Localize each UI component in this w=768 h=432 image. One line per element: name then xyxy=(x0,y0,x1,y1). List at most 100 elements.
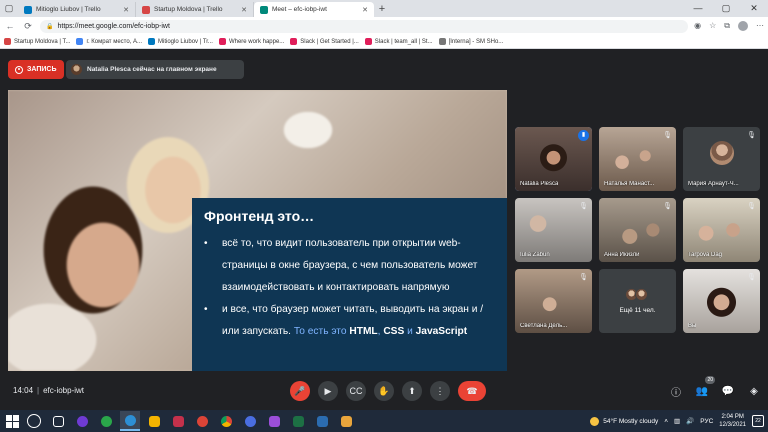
new-tab-button[interactable]: + xyxy=(374,2,390,17)
bookmark-item[interactable]: Where work happe... xyxy=(218,38,284,45)
participant-name: Вы xyxy=(688,323,697,329)
chevron-up-icon[interactable]: ˄ xyxy=(664,418,668,425)
chat-button[interactable]: 💬 xyxy=(720,383,736,399)
bookmark-item[interactable]: [Interna] - SM SHo... xyxy=(438,38,503,45)
browser-tab-strip: ▢ Mitioglo Liubov | Trello ✕ Startup Mol… xyxy=(0,0,768,17)
language-indicator[interactable]: РУС xyxy=(700,418,713,425)
taskbar-app[interactable] xyxy=(216,411,236,431)
present-button[interactable]: ⬆ xyxy=(402,381,422,401)
mic-off-icon: 🎙 xyxy=(663,132,672,139)
people-button[interactable]: 👥 20 xyxy=(694,376,715,399)
participant-tile[interactable]: ▮ Natalia Plesca xyxy=(515,127,592,191)
taskbar-app[interactable] xyxy=(288,411,308,431)
clock[interactable]: 2:04 PM 12/3/2021 xyxy=(719,413,746,429)
excel-icon xyxy=(292,415,304,427)
activities-button[interactable]: ◈ xyxy=(746,383,762,399)
search-icon xyxy=(27,414,41,428)
task-view-button[interactable] xyxy=(48,411,68,431)
meeting-info: 14:04 | efc-iobp-iwt xyxy=(13,386,85,395)
trello-icon xyxy=(142,5,150,14)
minimize-icon[interactable]: — xyxy=(684,0,712,17)
more-options-button[interactable]: ⋮ xyxy=(430,381,450,401)
participant-name: Анна Икизли xyxy=(604,252,640,258)
taskbar-app[interactable] xyxy=(72,411,92,431)
mic-off-icon: 🎙 xyxy=(747,274,756,281)
participant-tile[interactable]: 🎙 Наталья Манаст... xyxy=(599,127,676,191)
profile-avatar[interactable] xyxy=(738,21,748,31)
tab-trello-liubov[interactable]: Mitioglo Liubov | Trello ✕ xyxy=(18,2,136,17)
present-icon: ⬆ xyxy=(408,385,416,396)
participant-name: Iulia Zabun xyxy=(520,252,550,258)
taskbar-app[interactable] xyxy=(96,411,116,431)
captions-button[interactable]: CC xyxy=(346,381,366,401)
maximize-icon[interactable]: ▢ xyxy=(712,0,740,17)
clock-date: 12/3/2021 xyxy=(719,422,746,428)
info-button[interactable]: ⓘ xyxy=(668,383,684,399)
taskbar-app[interactable] xyxy=(312,411,332,431)
start-button[interactable] xyxy=(4,413,20,429)
taskbar-app[interactable] xyxy=(240,411,260,431)
more-participants-tile[interactable]: Ещё 11 чел. xyxy=(599,269,676,333)
camera-icon: ▶ xyxy=(324,385,332,396)
camera-toggle-button[interactable]: ▶ xyxy=(318,381,338,401)
menu-icon[interactable]: ⋯ xyxy=(756,21,764,31)
weather-widget[interactable]: 54°F Mostly cloudy xyxy=(590,416,659,426)
bookmark-item[interactable]: г. Комрат место, А... xyxy=(76,38,142,45)
tab-meet[interactable]: Meet – efc-iobp-iwt ✕ xyxy=(254,2,374,17)
participant-tile[interactable]: 🎙 Tarpova Dag xyxy=(683,198,760,262)
bookmark-item[interactable]: Slack | Get Started |... xyxy=(290,38,359,45)
lock-icon: 🔒 xyxy=(46,23,54,30)
participant-tile[interactable]: 🎙 Анна Икизли xyxy=(599,198,676,262)
slack-icon xyxy=(218,38,226,45)
address-bar[interactable]: 🔒 https://meet.google.com/efc-iobp-iwt xyxy=(40,19,689,33)
back-icon[interactable]: ← xyxy=(4,21,16,31)
taskbar-app[interactable] xyxy=(144,411,164,431)
close-icon[interactable]: ✕ xyxy=(123,6,129,14)
recording-button[interactable]: ЗАПИСЬ xyxy=(8,60,64,79)
bookmark-item[interactable]: Slack | team_all | St... xyxy=(364,38,433,45)
trello-icon xyxy=(4,38,11,45)
participant-tile[interactable]: 🎙 Iulia Zabun xyxy=(515,198,592,262)
participant-tile[interactable]: 🎙 Мария Арнаут-Ч... xyxy=(683,127,760,191)
star-icon[interactable]: ☆ xyxy=(709,21,716,31)
bookmark-item[interactable]: Mitioglo Liubov | Tr... xyxy=(148,38,213,45)
close-icon[interactable]: ✕ xyxy=(241,6,247,14)
reload-icon[interactable]: ⟳ xyxy=(22,21,34,32)
mic-toggle-button[interactable]: 🎤 xyxy=(290,381,310,401)
url-text: https://meet.google.com/efc-iobp-iwt xyxy=(57,22,170,30)
tab-actions-icon[interactable]: ▢ xyxy=(0,0,18,17)
hangup-icon: ☎ xyxy=(466,385,478,396)
app-icon xyxy=(316,415,328,427)
camera-indicator-icon[interactable]: ◉ xyxy=(694,21,701,31)
slide-bullets: всё то, что видит пользователь при откры… xyxy=(204,233,497,343)
tab-trello-startup[interactable]: Startup Moldova | Trello ✕ xyxy=(136,2,254,17)
taskbar-app[interactable] xyxy=(336,411,356,431)
self-view-tile[interactable]: 🎙 Вы xyxy=(683,269,760,333)
volume-icon[interactable]: 🔊 xyxy=(686,417,694,425)
speaking-icon: ▮ xyxy=(578,130,589,141)
notification-center-button[interactable]: 22 xyxy=(752,415,764,427)
taskbar-app[interactable] xyxy=(168,411,188,431)
leave-call-button[interactable]: ☎ xyxy=(458,381,486,401)
mic-off-icon: 🎙 xyxy=(747,132,756,139)
taskbar-app[interactable] xyxy=(264,411,284,431)
weather-text: 54°F Mostly cloudy xyxy=(603,417,659,425)
participant-tile[interactable]: 🎙 Светлана Дель... xyxy=(515,269,592,333)
shared-screen[interactable]: Фронтенд это… всё то, что видит пользова… xyxy=(8,90,507,371)
taskbar-app[interactable] xyxy=(192,411,212,431)
collections-icon[interactable]: ⧉ xyxy=(724,21,730,31)
taskbar-app-edge[interactable] xyxy=(120,411,140,431)
mic-off-icon: 🎤 xyxy=(294,385,306,396)
windows-taskbar: 54°F Mostly cloudy ˄ ▥ 🔊 РУС 2:04 PM 12/… xyxy=(0,410,768,432)
network-icon[interactable]: ▥ xyxy=(674,417,680,425)
close-icon[interactable]: ✕ xyxy=(362,6,368,14)
browser-toolbar: ← ⟳ 🔒 https://meet.google.com/efc-iobp-i… xyxy=(0,17,768,35)
raise-hand-button[interactable]: ✋ xyxy=(374,381,394,401)
window-controls: — ▢ ✕ xyxy=(684,0,768,17)
bookmark-item[interactable]: Startup Moldova | T... xyxy=(4,38,70,45)
mic-off-icon: 🎙 xyxy=(579,203,588,210)
edge-icon xyxy=(124,414,136,426)
chat-icon: 💬 xyxy=(721,385,735,397)
close-window-icon[interactable]: ✕ xyxy=(740,0,768,17)
search-button[interactable] xyxy=(24,411,44,431)
